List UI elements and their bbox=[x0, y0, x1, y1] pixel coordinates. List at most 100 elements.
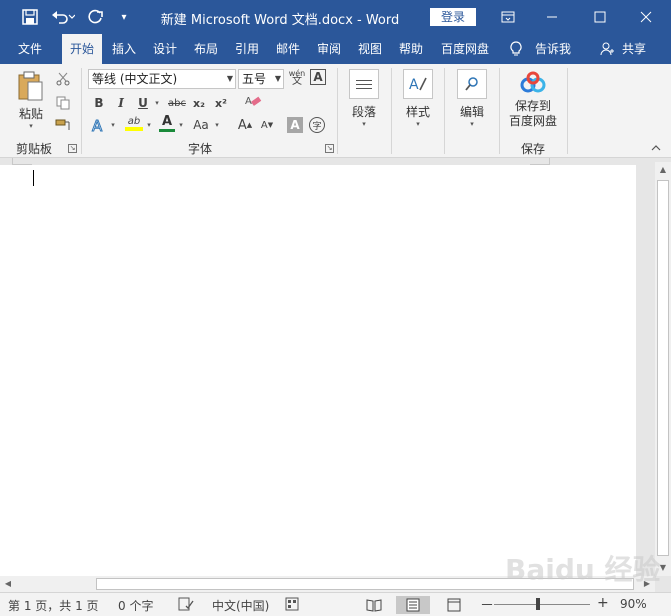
lightbulb-icon[interactable] bbox=[506, 34, 526, 64]
word-count[interactable]: 0 个字 bbox=[118, 597, 153, 614]
undo-icon[interactable] bbox=[50, 7, 76, 27]
web-layout-icon[interactable] bbox=[444, 596, 464, 614]
tell-me-search[interactable]: 告诉我 bbox=[528, 34, 578, 64]
text-effects-dropdown-icon[interactable]: ▾ bbox=[108, 116, 118, 134]
paste-label: 粘贴 bbox=[18, 107, 43, 121]
clipboard-launcher-icon[interactable]: ↘ bbox=[68, 144, 77, 153]
tab-insert[interactable]: 插入 bbox=[104, 34, 144, 64]
scroll-up-icon[interactable]: ▲ bbox=[655, 162, 671, 178]
text-effects-icon[interactable]: A bbox=[90, 116, 108, 134]
group-divider bbox=[444, 68, 445, 154]
highlight-label: ab bbox=[127, 115, 141, 127]
page-count[interactable]: 第 1 页，共 1 页 bbox=[8, 597, 99, 614]
styles-button[interactable]: A 样式 ▾ bbox=[400, 69, 436, 135]
save-to-baidu-button[interactable]: 保存到 百度网盘 bbox=[504, 70, 562, 136]
tab-file[interactable]: 文件 bbox=[8, 34, 52, 64]
svg-text:A: A bbox=[409, 77, 419, 93]
title-bar: ▾ 新建 Microsoft Word 文档.docx - Word 登录 bbox=[0, 0, 671, 34]
enclose-characters-button[interactable]: 字 bbox=[309, 117, 325, 133]
styles-label: 样式 bbox=[405, 105, 430, 119]
vertical-scroll-thumb[interactable] bbox=[657, 180, 669, 556]
paste-button[interactable]: 粘贴 ▾ bbox=[12, 70, 50, 136]
copy-icon[interactable] bbox=[54, 94, 72, 112]
baidu-label-line1: 保存到 bbox=[514, 99, 551, 113]
login-button[interactable]: 登录 bbox=[430, 8, 476, 26]
chevron-down-icon: ▼ bbox=[226, 74, 233, 83]
tab-baidu-netdisk[interactable]: 百度网盘 bbox=[434, 34, 496, 64]
print-layout-icon[interactable] bbox=[396, 596, 430, 614]
strikethrough-button[interactable]: abc bbox=[166, 94, 188, 112]
underline-dropdown-icon[interactable]: ▾ bbox=[152, 94, 162, 112]
bold-button[interactable]: B bbox=[90, 94, 108, 112]
format-painter-icon[interactable] bbox=[54, 116, 72, 134]
tab-view[interactable]: 视图 bbox=[351, 34, 389, 64]
read-mode-icon[interactable] bbox=[364, 596, 384, 614]
proofing-icon[interactable] bbox=[178, 597, 194, 614]
ribbon-tabs: 文件 开始 插入 设计 布局 引用 邮件 审阅 视图 帮助 百度网盘 告诉我 共… bbox=[0, 34, 671, 64]
tab-design[interactable]: 设计 bbox=[146, 34, 184, 64]
clear-formatting-icon[interactable]: A bbox=[242, 92, 264, 110]
ribbon-home: 粘贴 ▾ 剪贴板 ↘ 等线 (中文正文) ▼ 五号 ▼ wén 文 A B I U… bbox=[0, 64, 671, 158]
phonetic-guide-icon[interactable]: wén 文 bbox=[288, 69, 306, 87]
chevron-down-icon: ▾ bbox=[470, 120, 474, 128]
tab-help[interactable]: 帮助 bbox=[392, 34, 430, 64]
baidu-netdisk-icon bbox=[520, 71, 546, 93]
shrink-font-button[interactable]: A ▼ bbox=[258, 116, 276, 134]
window-title: 新建 Microsoft Word 文档.docx - Word bbox=[160, 13, 400, 28]
zoom-slider-thumb[interactable] bbox=[536, 598, 540, 610]
subscript-button[interactable]: x₂ bbox=[190, 94, 208, 112]
change-case-dropdown-icon[interactable]: ▾ bbox=[212, 116, 222, 134]
save-icon[interactable] bbox=[20, 7, 40, 27]
scroll-left-icon[interactable]: ◀ bbox=[0, 576, 16, 592]
superscript-button[interactable]: x² bbox=[212, 94, 230, 112]
search-icon bbox=[457, 69, 487, 99]
font-launcher-icon[interactable]: ↘ bbox=[325, 144, 334, 153]
tab-mailings[interactable]: 邮件 bbox=[269, 34, 307, 64]
save-group-label: 保存 bbox=[520, 142, 545, 156]
editing-button[interactable]: 编辑 ▾ bbox=[454, 69, 490, 135]
margin-corner-mark bbox=[530, 158, 550, 165]
tab-home[interactable]: 开始 bbox=[62, 34, 102, 64]
character-shading-button[interactable]: A bbox=[287, 117, 303, 133]
macro-recording-icon[interactable] bbox=[285, 597, 299, 614]
paragraph-button[interactable]: 段落 ▾ bbox=[346, 69, 382, 135]
styles-icon: A bbox=[403, 69, 433, 99]
grow-font-button[interactable]: A ▲ bbox=[236, 116, 254, 134]
tab-review[interactable]: 审阅 bbox=[310, 34, 348, 64]
collapse-ribbon-icon[interactable] bbox=[648, 142, 664, 154]
redo-icon[interactable] bbox=[86, 7, 106, 27]
italic-button[interactable]: I bbox=[112, 94, 130, 112]
clipboard-group-label: 剪贴板 bbox=[15, 142, 52, 156]
zoom-level[interactable]: 90% bbox=[620, 597, 647, 611]
customize-quick-access-icon[interactable]: ▾ bbox=[114, 7, 134, 27]
font-color-swatch bbox=[159, 129, 175, 132]
ribbon-display-options-icon[interactable] bbox=[488, 4, 528, 30]
highlight-dropdown-icon[interactable]: ▾ bbox=[144, 116, 154, 134]
group-divider bbox=[337, 68, 338, 154]
tab-layout[interactable]: 布局 bbox=[187, 34, 225, 64]
share-button[interactable]: 共享 bbox=[618, 34, 650, 64]
language-indicator[interactable]: 中文(中国) bbox=[212, 597, 269, 614]
zoom-in-button[interactable]: + bbox=[597, 595, 609, 611]
underline-button[interactable]: U bbox=[134, 94, 152, 112]
font-name-select[interactable]: 等线 (中文正文) ▼ bbox=[88, 69, 236, 89]
close-icon[interactable] bbox=[626, 4, 666, 30]
svg-text:A: A bbox=[245, 96, 252, 107]
editing-label: 编辑 bbox=[459, 105, 484, 119]
tab-references[interactable]: 引用 bbox=[228, 34, 266, 64]
cut-icon[interactable] bbox=[54, 70, 72, 88]
minimize-icon[interactable] bbox=[532, 4, 572, 30]
maximize-icon[interactable] bbox=[580, 4, 620, 30]
zoom-slider-track[interactable] bbox=[494, 604, 590, 605]
vertical-scrollbar[interactable]: ▲ ▼ bbox=[655, 162, 671, 576]
share-person-icon[interactable] bbox=[598, 34, 616, 64]
document-page[interactable] bbox=[0, 165, 636, 576]
font-color-dropdown-icon[interactable]: ▾ bbox=[176, 116, 186, 134]
zoom-out-button[interactable]: － bbox=[480, 595, 494, 615]
chevron-down-icon: ▼ bbox=[274, 74, 281, 83]
change-case-button[interactable]: Aa bbox=[190, 116, 212, 134]
font-color-button[interactable]: A bbox=[158, 114, 176, 132]
character-border-icon[interactable]: A bbox=[310, 69, 326, 85]
font-size-select[interactable]: 五号 ▼ bbox=[238, 69, 284, 89]
highlight-color-button[interactable]: ab bbox=[122, 114, 146, 132]
